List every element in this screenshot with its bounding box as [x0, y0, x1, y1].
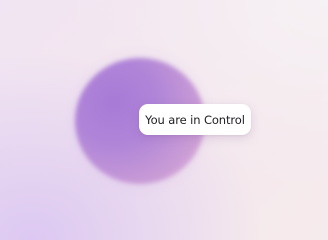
control-badge-label: You are in Control: [145, 112, 245, 127]
hero-scene: You are in Control: [0, 0, 328, 240]
control-badge: You are in Control: [139, 104, 251, 135]
